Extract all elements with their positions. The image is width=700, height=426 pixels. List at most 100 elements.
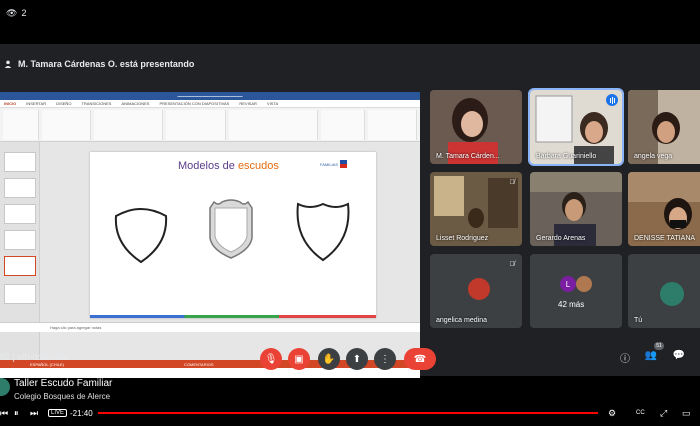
slide-thumb-selected[interactable] bbox=[4, 256, 36, 276]
ppt-tab-vista[interactable]: VISTA bbox=[267, 101, 278, 106]
ppt-tabs: INICIO INSERTAR DISEÑO TRANSICIONES ANIM… bbox=[0, 100, 420, 108]
participant-tile[interactable]: 🎙̸ DENISSE TATIANA bbox=[628, 172, 700, 246]
ppt-tab-transiciones[interactable]: TRANSICIONES bbox=[81, 101, 111, 106]
camera-toggle-button[interactable]: ▣ bbox=[288, 348, 310, 370]
slide-title: Modelos de escudos bbox=[178, 160, 279, 172]
time-display: -21:40 bbox=[70, 408, 93, 418]
participant-tile[interactable]: 🎙̸ Lisset Rodriguez bbox=[430, 172, 522, 246]
participant-tile[interactable]: angela vega bbox=[628, 90, 700, 164]
shield-shape-1 bbox=[114, 208, 168, 264]
code-prefix: 02 bbox=[0, 352, 11, 362]
skip-previous-icon: ⏮ bbox=[0, 407, 9, 418]
skip-next-icon: ⏭ bbox=[30, 407, 39, 418]
meet-window: M. Tamara Cárdenas O. está presentando ━… bbox=[0, 44, 700, 378]
leave-call-button[interactable]: ☎ bbox=[404, 348, 436, 370]
present-icon: ⬆ bbox=[352, 353, 362, 365]
notes-pane[interactable]: Haga clic para agregar notas bbox=[0, 322, 420, 332]
live-badge[interactable]: LIVE bbox=[48, 404, 68, 422]
presentation-window: ━━━━━━━━━━━━━━━━━━━━━━━━━━━ INICIO INSER… bbox=[0, 92, 420, 378]
raise-hand-button[interactable]: ✋ bbox=[318, 348, 340, 370]
captions-button[interactable]: CC bbox=[636, 404, 645, 422]
info-icon: ⓘ bbox=[620, 354, 630, 365]
ppt-tab-insertar[interactable]: INSERTAR bbox=[26, 101, 46, 106]
participant-name: angelica medina bbox=[436, 317, 487, 324]
mic-off-icon: 🎙 bbox=[264, 353, 278, 365]
ribbon-group-edit[interactable] bbox=[320, 110, 365, 140]
people-icon: 👥 bbox=[644, 350, 658, 361]
ppt-tab-presentacion[interactable]: PRESENTACIÓN CON DIAPOSITIVAS bbox=[159, 101, 229, 106]
slide-title-part2: escudos bbox=[237, 160, 279, 172]
slide-thumb[interactable] bbox=[4, 178, 36, 198]
slide-thumb[interactable] bbox=[4, 230, 36, 250]
participant-tile-active[interactable]: Barbara Guariniello bbox=[528, 88, 624, 166]
presenting-banner: M. Tamara Cárdenas O. está presentando bbox=[0, 54, 700, 74]
shield-shape-2 bbox=[209, 199, 253, 259]
ppt-body: Modelos de escudos FAMILIAS Haga clic pa… bbox=[0, 142, 420, 368]
eye-icon: 👁 bbox=[6, 7, 18, 18]
ribbon-group-paragraph[interactable] bbox=[166, 110, 226, 140]
settings-button[interactable]: ⚙ bbox=[608, 404, 616, 422]
slide-thumb[interactable] bbox=[4, 284, 36, 304]
skip-next-button[interactable]: ⏭ bbox=[30, 404, 38, 422]
mic-off-icon: 🎙̸ bbox=[509, 260, 515, 268]
ribbon-group-font[interactable] bbox=[94, 110, 164, 140]
progress-bar[interactable] bbox=[98, 412, 598, 414]
video-title[interactable]: Taller Escudo Familiar bbox=[14, 378, 112, 389]
meeting-code-text: vtn-dcwn-ktv bbox=[17, 352, 68, 362]
ministry-logo: FAMILIAS bbox=[320, 158, 368, 170]
meet-control-bar: 02 | vtn-dcwn-ktv 🎙 ▣ ✋ ⬆ ⋮ ☎ ⓘ 👥 51 💬 bbox=[0, 342, 700, 376]
slide-thumb[interactable] bbox=[4, 204, 36, 224]
shield-shape-3 bbox=[296, 202, 350, 262]
more-vert-icon: ⋮ bbox=[380, 353, 390, 365]
present-button[interactable]: ⬆ bbox=[346, 348, 368, 370]
ribbon-group-extra[interactable] bbox=[367, 110, 417, 140]
more-participants-tile[interactable]: L 42 más bbox=[530, 254, 622, 328]
chat-button[interactable]: 💬 bbox=[672, 350, 686, 366]
viewer-count: 2 bbox=[21, 8, 27, 18]
avatar bbox=[468, 278, 490, 300]
participant-name: Gerardo Arenas bbox=[536, 235, 586, 242]
meeting-code: 02 | vtn-dcwn-ktv bbox=[0, 352, 68, 362]
phone-hangup-icon: ☎ bbox=[413, 353, 427, 365]
ribbon-group-clipboard[interactable] bbox=[3, 110, 39, 140]
participant-tile[interactable]: Gerardo Arenas bbox=[530, 172, 622, 246]
participant-tile[interactable]: 🎙̸ angelica medina bbox=[430, 254, 522, 328]
ppt-tab-diseno[interactable]: DISEÑO bbox=[56, 101, 71, 106]
slide-thumb[interactable] bbox=[4, 152, 36, 172]
mic-off-icon: 🎙̸ bbox=[509, 178, 515, 186]
self-tile[interactable]: Tú bbox=[628, 254, 700, 328]
person-icon bbox=[4, 60, 12, 68]
hand-icon: ✋ bbox=[322, 353, 336, 365]
participant-name: DENISSE TATIANA bbox=[634, 235, 696, 242]
current-slide: Modelos de escudos FAMILIAS bbox=[90, 152, 376, 318]
chat-icon: 💬 bbox=[672, 350, 686, 361]
ribbon-group-drawing[interactable] bbox=[228, 110, 318, 140]
camera-off-icon: ▣ bbox=[294, 353, 304, 365]
more-options-button[interactable]: ⋮ bbox=[374, 348, 396, 370]
channel-name[interactable]: Colegio Bosques de Alerce bbox=[14, 392, 110, 401]
info-button[interactable]: ⓘ bbox=[618, 350, 632, 366]
channel-avatar[interactable] bbox=[0, 378, 10, 396]
ribbon-group-slides[interactable] bbox=[41, 110, 92, 140]
participant-name: Barbara Guariniello bbox=[536, 153, 597, 160]
viewer-strip: 👁 2 bbox=[0, 0, 700, 26]
avatar: L bbox=[560, 276, 576, 292]
live-label: LIVE bbox=[48, 409, 68, 417]
fullscreen-icon: ⤢ bbox=[660, 407, 668, 418]
ppt-tab-inicio[interactable]: INICIO bbox=[4, 101, 16, 106]
slide-stripe bbox=[90, 315, 376, 318]
participant-name: angela vega bbox=[634, 153, 673, 160]
participants-badge: 51 bbox=[654, 342, 664, 350]
pause-button[interactable]: ⏸ bbox=[14, 404, 19, 422]
fullscreen-button[interactable]: ⤢ bbox=[660, 404, 667, 422]
participant-tile[interactable]: M. Tamara Cárden... bbox=[430, 90, 522, 164]
cast-button[interactable]: ▭ bbox=[682, 404, 691, 422]
people-button[interactable]: 👥 bbox=[644, 350, 658, 366]
slide-thumbnails bbox=[0, 142, 40, 368]
ppt-tab-revisar[interactable]: REVISAR bbox=[239, 101, 257, 106]
cast-icon: ▭ bbox=[682, 407, 691, 418]
mic-toggle-button[interactable]: 🎙 bbox=[260, 348, 282, 370]
participant-name: Lisset Rodriguez bbox=[436, 235, 489, 242]
skip-back-button[interactable]: ⏮ bbox=[0, 404, 8, 422]
ppt-tab-animaciones[interactable]: ANIMACIONES bbox=[121, 101, 149, 106]
